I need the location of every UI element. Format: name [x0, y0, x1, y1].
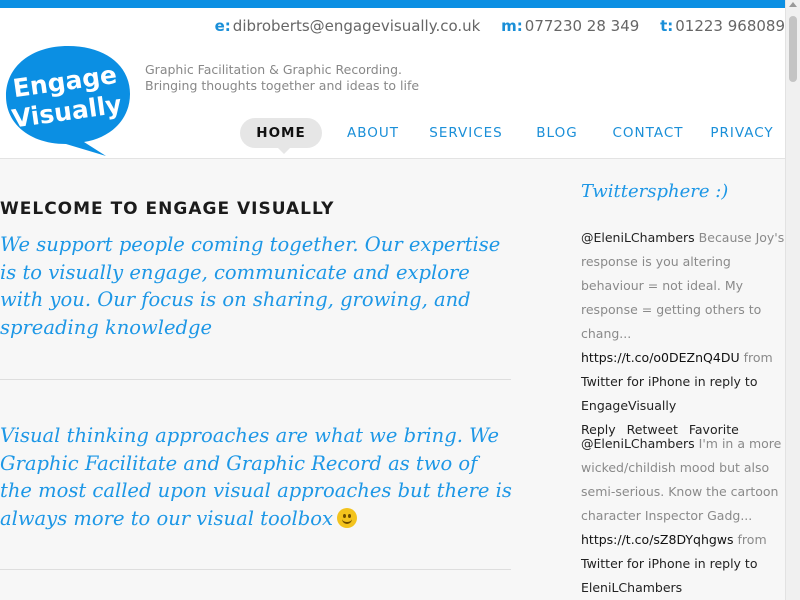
nav-blog[interactable]: BLOG [530, 118, 584, 148]
nav-services[interactable]: SERVICES [424, 118, 508, 148]
tweet-item: @EleniLChambers I'm in a more wicked/chi… [581, 432, 791, 600]
nav-contact[interactable]: CONTACT [608, 118, 688, 148]
approach-text: Visual thinking approaches are what we b… [0, 424, 512, 530]
tweet-user[interactable]: @EleniLChambers [581, 436, 695, 451]
top-accent-bar [0, 0, 785, 8]
scroll-thumb[interactable] [789, 16, 797, 82]
tweet-reply-label: in reply to [694, 374, 758, 389]
tweet-link[interactable]: https://t.co/sZ8DYqhgws [581, 532, 734, 547]
scroll-up-arrow-icon[interactable] [789, 2, 797, 7]
page-title: WELCOME TO ENGAGE VISUALLY [0, 199, 335, 219]
engage-visually-logo[interactable]: Engage Visually [2, 40, 132, 158]
contact-bar: e: dibroberts@engagevisually.co.uk m: 0772… [199, 17, 785, 35]
smiley-icon [336, 507, 357, 528]
site-tagline: Graphic Facilitation & Graphic Recording… [145, 62, 420, 93]
page-scrollbar[interactable] [785, 0, 800, 600]
sidebar-title: Twittersphere :) [581, 181, 729, 202]
contact-email[interactable]: e: dibroberts@engagevisually.co.uk [215, 17, 481, 35]
nav-about[interactable]: ABOUT [340, 118, 406, 148]
divider [0, 379, 511, 380]
divider [0, 569, 511, 570]
tweet-item: @EleniLChambers Because Joy's response i… [581, 226, 791, 442]
tweet-client[interactable]: Twitter for iPhone [581, 556, 690, 571]
tweet-link[interactable]: https://t.co/o0DEZnQ4DU [581, 350, 740, 365]
contact-mobile[interactable]: m: 077230 28 349 [501, 17, 639, 35]
tweet-reply-to[interactable]: EleniLChambers [581, 580, 682, 595]
tweet-text: Because Joy's response is you altering b… [581, 230, 785, 341]
tweet-reply-to[interactable]: EngageVisually [581, 398, 676, 413]
tweet-from: from [743, 350, 773, 365]
nav-privacy[interactable]: PRIVACY [702, 118, 782, 148]
tweet-from: from [737, 532, 767, 547]
tweet-reply-label: in reply to [694, 556, 758, 571]
nav-home[interactable]: HOME [240, 118, 322, 154]
site-header: e: dibroberts@engagevisually.co.uk m: 0772… [0, 8, 785, 159]
intro-text: We support people coming together. Our e… [0, 233, 501, 339]
contact-telephone[interactable]: t: 01223 968089 [660, 17, 785, 35]
tweet-client[interactable]: Twitter for iPhone [581, 374, 690, 389]
tweet-user[interactable]: @EleniLChambers [581, 230, 695, 245]
